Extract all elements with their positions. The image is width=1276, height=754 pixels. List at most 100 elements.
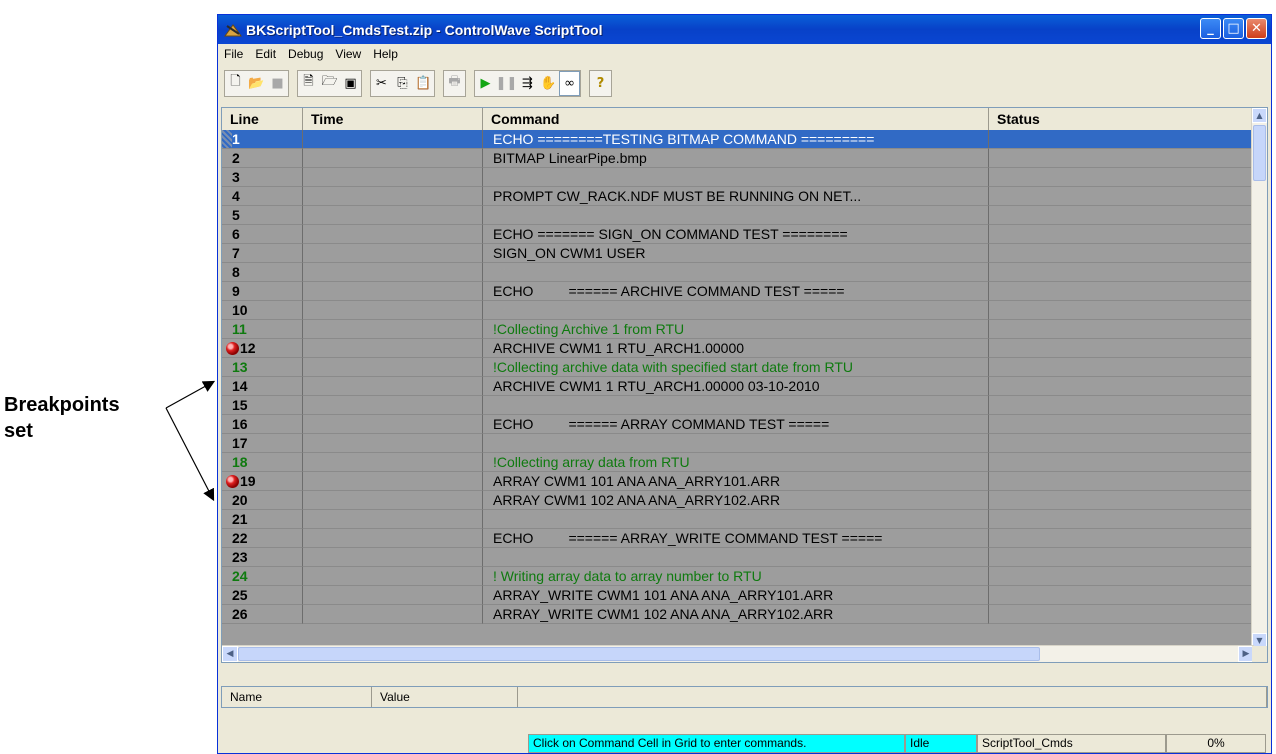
line-number-cell[interactable]: 1 <box>222 130 303 149</box>
command-cell[interactable]: ARRAY_WRITE CWM1 102 ANA ANA_ARRY102.ARR <box>483 605 989 624</box>
table-row[interactable]: 10 <box>222 301 1254 320</box>
line-number-cell[interactable]: 2 <box>222 149 303 168</box>
status-cell[interactable] <box>989 472 1254 491</box>
table-row[interactable]: 16 ECHO ====== ARRAY COMMAND TEST ===== <box>222 415 1254 434</box>
command-cell[interactable] <box>483 396 989 415</box>
command-cell[interactable]: ECHO ======= SIGN_ON COMMAND TEST ======… <box>483 225 989 244</box>
status-cell[interactable] <box>989 263 1254 282</box>
command-cell[interactable] <box>483 548 989 567</box>
command-cell[interactable]: ARCHIVE CWM1 1 RTU_ARCH1.00000 <box>483 339 989 358</box>
cut-icon[interactable]: ✂ <box>371 71 392 96</box>
status-cell[interactable] <box>989 301 1254 320</box>
title-bar[interactable]: BKScriptTool_CmdsTest.zip - ControlWave … <box>218 15 1271 44</box>
table-row[interactable]: 17 <box>222 434 1254 453</box>
status-cell[interactable] <box>989 434 1254 453</box>
time-cell[interactable] <box>303 358 483 377</box>
status-cell[interactable] <box>989 320 1254 339</box>
command-cell[interactable]: !Collecting archive data with specified … <box>483 358 989 377</box>
command-cell[interactable] <box>483 206 989 225</box>
time-cell[interactable] <box>303 510 483 529</box>
line-number-cell[interactable]: 18 <box>222 453 303 472</box>
table-row[interactable]: 14 ARCHIVE CWM1 1 RTU_ARCH1.00000 03-10-2… <box>222 377 1254 396</box>
line-number-cell[interactable]: 3 <box>222 168 303 187</box>
command-cell[interactable]: BITMAP LinearPipe.bmp <box>483 149 989 168</box>
table-row[interactable]: 21 <box>222 510 1254 529</box>
line-number-cell[interactable]: 23 <box>222 548 303 567</box>
open-icon[interactable]: 📂 <box>246 71 267 96</box>
time-cell[interactable] <box>303 282 483 301</box>
table-row[interactable]: 18 !Collecting array data from RTU <box>222 453 1254 472</box>
time-cell[interactable] <box>303 130 483 149</box>
table-row[interactable]: 26 ARRAY_WRITE CWM1 102 ANA ANA_ARRY102.A… <box>222 605 1254 624</box>
new-icon[interactable]: 🗋 <box>225 71 246 96</box>
command-cell[interactable]: ECHO ====== ARRAY COMMAND TEST ===== <box>483 415 989 434</box>
variables-column-name[interactable]: Name <box>222 687 372 707</box>
table-row[interactable]: 6 ECHO ======= SIGN_ON COMMAND TEST =====… <box>222 225 1254 244</box>
command-cell[interactable]: ARCHIVE CWM1 1 RTU_ARCH1.00000 03-10-201… <box>483 377 989 396</box>
table-row[interactable]: 7 SIGN_ON CWM1 USER <box>222 244 1254 263</box>
time-cell[interactable] <box>303 567 483 586</box>
status-cell[interactable] <box>989 453 1254 472</box>
stop-hand-icon[interactable]: ✋ <box>538 71 559 96</box>
table-row[interactable]: 1 ECHO ========TESTING BITMAP COMMAND ===… <box>222 130 1254 149</box>
command-cell[interactable] <box>483 168 989 187</box>
command-cell[interactable]: ARRAY CWM1 101 ANA ANA_ARRY101.ARR <box>483 472 989 491</box>
table-row[interactable]: 19 ARRAY CWM1 101 ANA ANA_ARRY101.ARR <box>222 472 1254 491</box>
status-cell[interactable] <box>989 491 1254 510</box>
time-cell[interactable] <box>303 225 483 244</box>
time-cell[interactable] <box>303 472 483 491</box>
line-number-cell[interactable]: 25 <box>222 586 303 605</box>
time-cell[interactable] <box>303 586 483 605</box>
breakpoint-icon[interactable] <box>226 342 239 355</box>
close-icon[interactable]: ✕ <box>1246 18 1267 39</box>
vertical-scroll-thumb[interactable] <box>1253 125 1266 181</box>
command-cell[interactable]: ! Writing array data to array number to … <box>483 567 989 586</box>
table-row[interactable]: 4 PROMPT CW_RACK.NDF MUST BE RUNNING ON N… <box>222 187 1254 206</box>
horizontal-scrollbar[interactable]: ◀ ▶ <box>222 645 1254 662</box>
line-number-cell[interactable]: 24 <box>222 567 303 586</box>
watch-glasses-icon[interactable]: ∞ <box>559 70 580 96</box>
table-row[interactable]: 12 ARCHIVE CWM1 1 RTU_ARCH1.00000 <box>222 339 1254 358</box>
line-number-cell[interactable]: 19 <box>222 472 303 491</box>
scroll-left-icon[interactable]: ◀ <box>222 646 238 662</box>
copy-icon[interactable]: ⎘ <box>392 71 413 96</box>
menu-view[interactable]: View <box>329 47 367 61</box>
table-row[interactable]: 2 BITMAP LinearPipe.bmp <box>222 149 1254 168</box>
breakpoint-icon[interactable] <box>226 475 239 488</box>
status-cell[interactable] <box>989 510 1254 529</box>
menu-help[interactable]: Help <box>367 47 404 61</box>
status-cell[interactable] <box>989 529 1254 548</box>
status-cell[interactable] <box>989 605 1254 624</box>
horizontal-scroll-thumb[interactable] <box>238 647 1040 661</box>
line-number-cell[interactable]: 26 <box>222 605 303 624</box>
save-disk-icon[interactable]: ▣ <box>340 71 361 96</box>
status-cell[interactable] <box>989 567 1254 586</box>
time-cell[interactable] <box>303 548 483 567</box>
time-cell[interactable] <box>303 206 483 225</box>
status-cell[interactable] <box>989 206 1254 225</box>
table-row[interactable]: 23 <box>222 548 1254 567</box>
time-cell[interactable] <box>303 491 483 510</box>
command-cell[interactable]: ECHO ========TESTING BITMAP COMMAND ====… <box>483 130 989 149</box>
line-number-cell[interactable]: 20 <box>222 491 303 510</box>
line-number-cell[interactable]: 6 <box>222 225 303 244</box>
table-row[interactable]: 25 ARRAY_WRITE CWM1 101 ANA ANA_ARRY101.A… <box>222 586 1254 605</box>
command-cell[interactable]: !Collecting Archive 1 from RTU <box>483 320 989 339</box>
command-grid[interactable]: Line Time Command Status 1 ECHO ========T… <box>221 107 1268 663</box>
properties-icon[interactable]: 🗎 <box>298 71 319 96</box>
table-row[interactable]: 22 ECHO ====== ARRAY_WRITE COMMAND TEST =… <box>222 529 1254 548</box>
command-cell[interactable] <box>483 263 989 282</box>
column-header-command[interactable]: Command <box>483 108 989 130</box>
minimize-icon[interactable]: _ <box>1200 18 1221 39</box>
variables-column-value[interactable]: Value <box>372 687 518 707</box>
menu-edit[interactable]: Edit <box>249 47 282 61</box>
time-cell[interactable] <box>303 339 483 358</box>
menu-debug[interactable]: Debug <box>282 47 329 61</box>
time-cell[interactable] <box>303 149 483 168</box>
line-number-cell[interactable]: 7 <box>222 244 303 263</box>
command-cell[interactable]: ECHO ====== ARCHIVE COMMAND TEST ===== <box>483 282 989 301</box>
command-cell[interactable] <box>483 510 989 529</box>
command-cell[interactable]: SIGN_ON CWM1 USER <box>483 244 989 263</box>
time-cell[interactable] <box>303 529 483 548</box>
step-icon[interactable]: ⇶ <box>517 71 538 96</box>
